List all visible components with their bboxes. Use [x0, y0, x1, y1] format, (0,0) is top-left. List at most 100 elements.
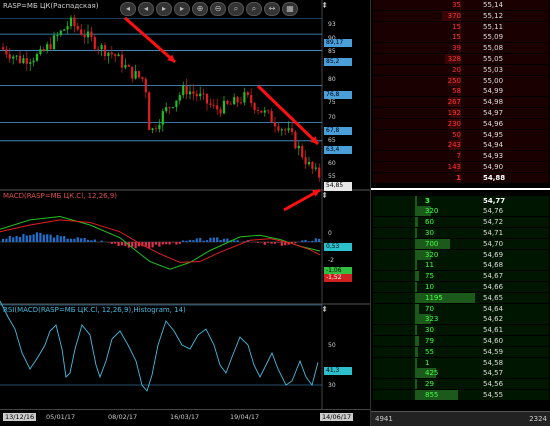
- ask-row[interactable]: 15 55,09: [373, 32, 549, 43]
- bid-quantity: 79: [425, 337, 434, 345]
- ask-row[interactable]: 7 54,93: [373, 151, 549, 162]
- macd-histogram-bar: [80, 238, 83, 242]
- bid-row[interactable]: 79 54,60: [373, 336, 549, 346]
- ask-row[interactable]: 370 55,12: [373, 10, 549, 21]
- candle-body: [63, 29, 66, 31]
- ask-row[interactable]: 243 54,94: [373, 140, 549, 151]
- macd-histogram-bar: [165, 242, 168, 245]
- ask-quantity: 230: [447, 119, 461, 128]
- bid-row[interactable]: 425 54,57: [373, 368, 549, 379]
- scroll-left-button[interactable]: ◂: [138, 2, 154, 16]
- axis-label: 80: [328, 76, 336, 83]
- candle-body: [195, 93, 198, 97]
- candle-body: [22, 58, 25, 63]
- bid-row[interactable]: 1195 54,65: [373, 292, 549, 303]
- macd-histogram-bar: [182, 240, 185, 242]
- bid-price: 54,76: [483, 207, 504, 216]
- bid-row[interactable]: 1 54,58: [373, 357, 549, 368]
- bid-row[interactable]: 30 54,61: [373, 325, 549, 336]
- candle-body: [86, 31, 90, 38]
- time-label: 16/03/17: [170, 413, 200, 421]
- macd-histogram-bar: [100, 240, 103, 242]
- rsi-pane-title: RSI(MACD(RASP=МБ ЦК.Cl, 12,26,9),Histogr…: [3, 306, 186, 314]
- bid-quantity: 29: [425, 380, 434, 389]
- collapse-price-pane-icon[interactable]: ⇞: [321, 1, 328, 10]
- bid-row[interactable]: 55 54,59: [373, 346, 549, 357]
- ask-row[interactable]: 250 55,00: [373, 75, 549, 86]
- axis-label: 93: [328, 21, 336, 28]
- ask-row[interactable]: 35 55,14: [373, 0, 549, 10]
- collapse-macd-pane-icon[interactable]: ⇞: [321, 191, 328, 200]
- bid-row[interactable]: 700 54,70: [373, 238, 549, 249]
- bid-row[interactable]: 30 54,71: [373, 228, 549, 238]
- ask-row[interactable]: 1 54,88: [373, 172, 549, 183]
- order-book[interactable]: 35 55,14 370 55,12 15 55,11 15 55,09 39 55,08 328 5…: [370, 0, 550, 426]
- chart-canvas[interactable]: [0, 0, 370, 426]
- bid-row[interactable]: 60 54,72: [373, 217, 549, 228]
- macd-histogram-bar: [277, 242, 280, 243]
- scroll-right-button[interactable]: ▸: [156, 2, 172, 16]
- bid-row[interactable]: 320 54,69: [373, 249, 549, 260]
- candle-body: [297, 145, 300, 149]
- bid-price: 54,60: [483, 337, 504, 345]
- ask-row[interactable]: 143 54,90: [373, 162, 549, 172]
- macd-histogram-bar: [5, 238, 8, 242]
- candle-body: [256, 110, 260, 111]
- candle-body: [188, 91, 192, 95]
- layout-button[interactable]: ▦: [282, 2, 298, 16]
- bid-row[interactable]: 29 54,56: [373, 379, 549, 390]
- ask-row[interactable]: 192 54,97: [373, 108, 549, 118]
- candle-body: [97, 48, 100, 50]
- ask-price: 55,00: [483, 76, 504, 85]
- bid-row[interactable]: 75 54,67: [373, 271, 549, 282]
- candle-body: [103, 45, 107, 57]
- volume-bar: [415, 325, 417, 336]
- candle-body: [304, 157, 307, 165]
- zoom-reset-button[interactable]: ⌕: [246, 2, 262, 16]
- ask-row[interactable]: 230 54,96: [373, 118, 549, 129]
- candle-body: [270, 111, 273, 123]
- bid-row[interactable]: 70 54,64: [373, 303, 549, 314]
- macd-histogram-bar: [256, 242, 260, 243]
- time-axis: 13/12/16 05/01/17 08/02/17 16/03/17 19/0…: [0, 409, 370, 426]
- bid-row[interactable]: 323 54,62: [373, 314, 549, 325]
- candle-body: [49, 44, 52, 50]
- zoom-in-button[interactable]: ⊕: [192, 2, 208, 16]
- ask-row[interactable]: 39 55,08: [373, 43, 549, 54]
- volume-bar: [415, 271, 419, 282]
- bid-row[interactable]: 11 54,68: [373, 260, 549, 271]
- ask-quantity: 1: [456, 173, 461, 182]
- ask-row[interactable]: 50 54,95: [373, 129, 549, 140]
- bid-row[interactable]: 10 54,66: [373, 282, 549, 292]
- macd-histogram-bar: [273, 242, 277, 244]
- ask-row[interactable]: 328 55,05: [373, 54, 549, 64]
- ask-row[interactable]: 15 55,11: [373, 21, 549, 32]
- macd-histogram-bar: [178, 242, 181, 244]
- zoom-area-button[interactable]: ⌕: [228, 2, 244, 16]
- candle-body: [66, 26, 69, 30]
- candle-body: [59, 30, 62, 36]
- fit-button[interactable]: ↔: [264, 2, 280, 16]
- scroll-start-button[interactable]: ◂: [120, 2, 136, 16]
- macd-histogram-bar: [294, 242, 297, 244]
- macd-histogram-bar: [158, 242, 161, 247]
- collapse-rsi-pane-icon[interactable]: ⇞: [321, 305, 328, 314]
- level-tag: 63,4: [324, 146, 352, 154]
- bid-row[interactable]: 320 54,76: [373, 206, 549, 217]
- ask-row[interactable]: 58 54,99: [373, 86, 549, 97]
- ask-row[interactable]: 267 54,98: [373, 97, 549, 108]
- bid-row[interactable]: 855 54,55: [373, 390, 549, 400]
- candle-body: [185, 85, 188, 95]
- macd-histogram-bar: [73, 238, 76, 242]
- candle-body: [260, 110, 263, 113]
- candle-body: [175, 100, 178, 108]
- chart-panel[interactable]: RASP=МБ ЦК(Распадская) ⇞ ◂ ◂ ▸ ▸ ⊕ ⊖ ⌕ ⌕…: [0, 0, 370, 426]
- zoom-out-button[interactable]: ⊖: [210, 2, 226, 16]
- bid-row[interactable]: 3 54,77: [373, 195, 549, 206]
- macd-histogram-bar: [168, 242, 171, 245]
- ask-row[interactable]: 20 55,03: [373, 64, 549, 75]
- scroll-end-button[interactable]: ▸: [174, 2, 190, 16]
- bid-price: 54,69: [483, 250, 504, 259]
- macd-histogram-bar: [32, 234, 35, 242]
- ask-price: 55,03: [483, 65, 504, 74]
